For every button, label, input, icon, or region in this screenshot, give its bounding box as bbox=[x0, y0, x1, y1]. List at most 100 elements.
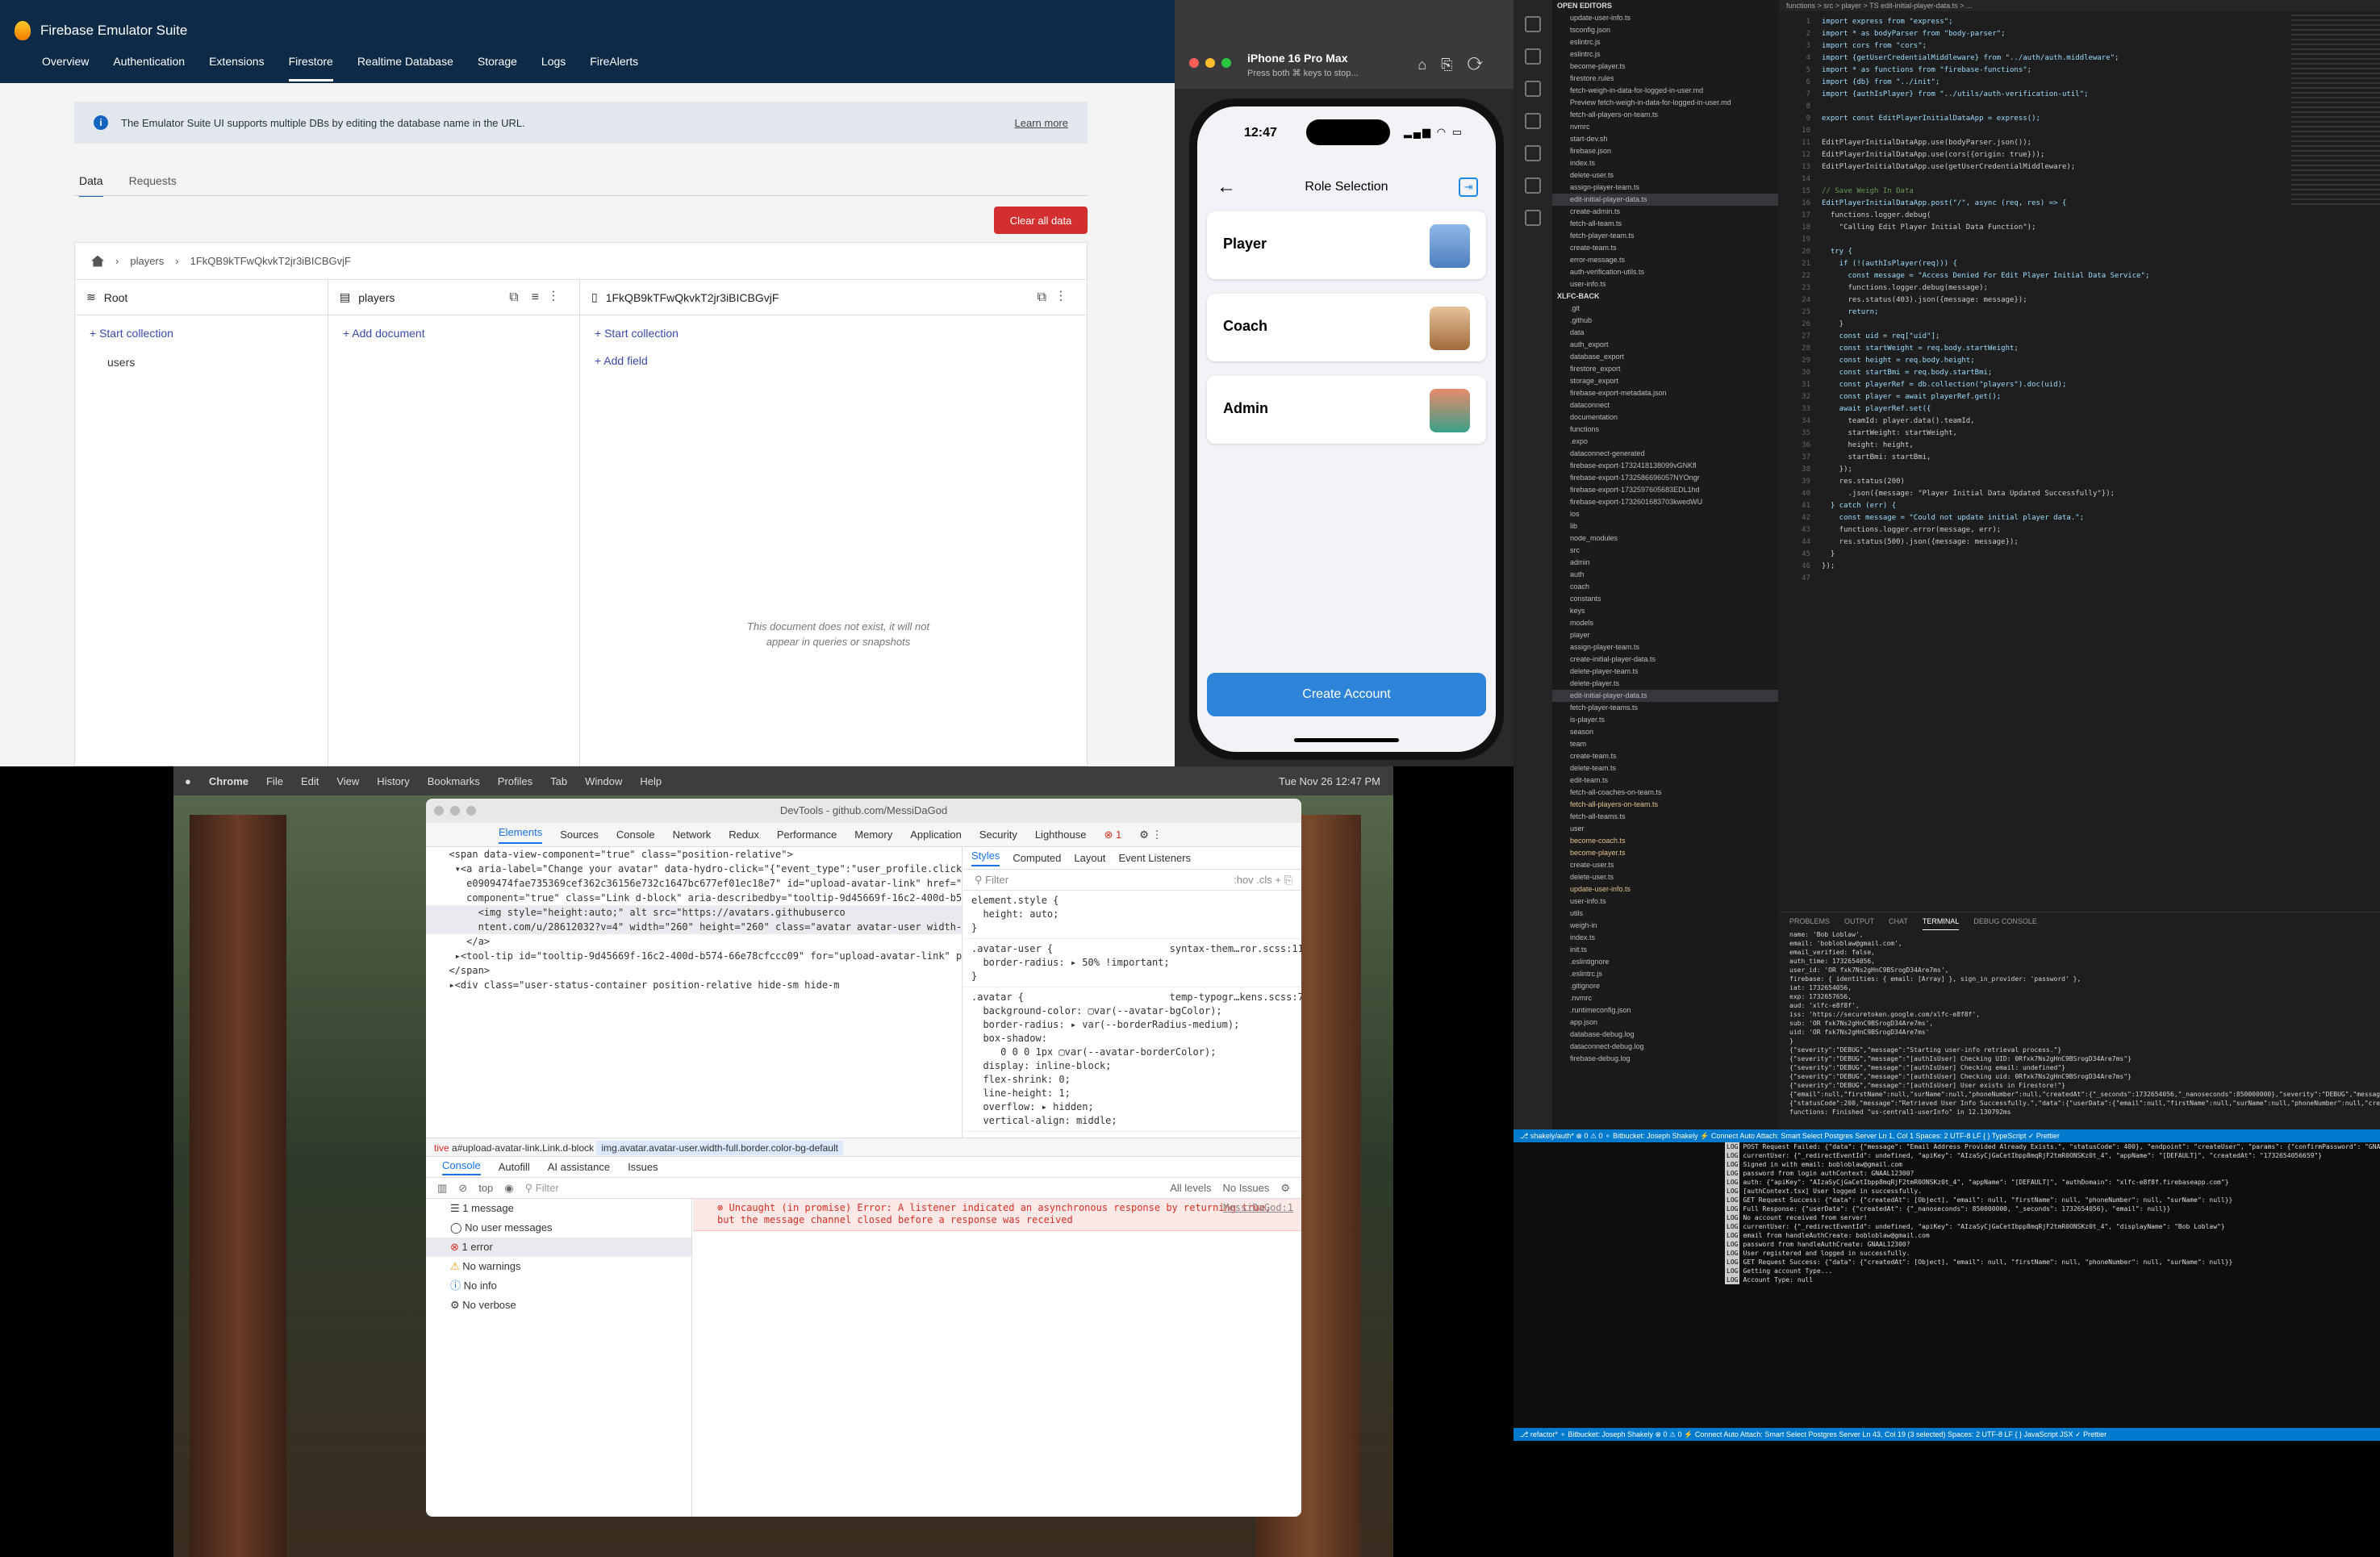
error-badge[interactable]: ⊗ 1 bbox=[1104, 829, 1121, 841]
code-line[interactable]: 29 const height = req.body.height; bbox=[1780, 355, 2380, 367]
file-tree-item[interactable]: node_modules bbox=[1552, 532, 1778, 545]
tab-autofill[interactable]: Autofill bbox=[499, 1161, 530, 1173]
file-tree-item[interactable]: delete-user.ts bbox=[1552, 871, 1778, 883]
file-tree-item[interactable]: keys bbox=[1552, 605, 1778, 617]
search-icon[interactable] bbox=[1525, 48, 1541, 65]
file-tree-item[interactable]: src bbox=[1552, 545, 1778, 557]
code-line[interactable]: 45 } bbox=[1780, 549, 2380, 561]
code-line[interactable]: 42 const message = "Could not update ini… bbox=[1780, 512, 2380, 524]
tab-storage[interactable]: Storage bbox=[478, 55, 517, 81]
open-editor-item[interactable]: user-info.ts bbox=[1552, 278, 1778, 290]
tab-network[interactable]: Network bbox=[673, 829, 712, 841]
status-bar[interactable]: ⎇ shakely/auth* ⊗ 0 ⚠ 0 ⚬ Bitbucket: Jos… bbox=[1514, 1129, 2380, 1142]
menu-tab[interactable]: Tab bbox=[550, 775, 567, 787]
tab-requests[interactable]: Requests bbox=[129, 174, 177, 197]
file-tree-item[interactable]: edit-initial-player-data.ts bbox=[1552, 690, 1778, 702]
file-tree-item[interactable]: admin bbox=[1552, 557, 1778, 569]
tab-ai-assistance[interactable]: AI assistance bbox=[548, 1161, 610, 1173]
menu-window[interactable]: Window bbox=[585, 775, 622, 787]
file-tree-item[interactable]: create-team.ts bbox=[1552, 750, 1778, 762]
tab-issues[interactable]: Issues bbox=[628, 1161, 658, 1173]
tab-data[interactable]: Data bbox=[79, 174, 103, 197]
menu-history[interactable]: History bbox=[377, 775, 409, 787]
tab-logs[interactable]: Logs bbox=[541, 55, 566, 81]
file-tree-item[interactable]: fetch-all-players-on-team.ts bbox=[1552, 799, 1778, 811]
tab-redux[interactable]: Redux bbox=[729, 829, 759, 841]
dom-node-line[interactable]: </a> bbox=[426, 934, 962, 949]
file-tree-item[interactable]: fetch-player-teams.ts bbox=[1552, 702, 1778, 714]
dom-node-line[interactable]: </span> bbox=[426, 963, 962, 978]
clear-all-data-button[interactable]: Clear all data bbox=[994, 207, 1088, 234]
code-line[interactable]: 10 bbox=[1780, 125, 2380, 137]
file-tree-item[interactable]: database_export bbox=[1552, 351, 1778, 363]
filter-messages[interactable]: ☰ 1 message bbox=[426, 1199, 691, 1218]
tab-computed[interactable]: Computed bbox=[1013, 852, 1061, 864]
open-editor-item[interactable]: eslintrc.js bbox=[1552, 36, 1778, 48]
file-tree-item[interactable]: is-player.ts bbox=[1552, 714, 1778, 726]
create-account-button[interactable]: Create Account bbox=[1207, 673, 1486, 716]
code-line[interactable]: 33 await playerRef.set({ bbox=[1780, 403, 2380, 415]
file-tree-item[interactable]: coach bbox=[1552, 581, 1778, 593]
file-tree-item[interactable]: firestore_export bbox=[1552, 363, 1778, 375]
file-tree-item[interactable]: index.ts bbox=[1552, 932, 1778, 944]
code-line[interactable]: 22 const message = "Access Denied For Ed… bbox=[1780, 270, 2380, 282]
code-line[interactable]: 19 bbox=[1780, 234, 2380, 246]
file-tree-item[interactable]: init.ts bbox=[1552, 944, 1778, 956]
filter-warnings[interactable]: ⚠ No warnings bbox=[426, 1257, 691, 1276]
open-editor-item[interactable]: create-team.ts bbox=[1552, 242, 1778, 254]
code-line[interactable]: 46}); bbox=[1780, 561, 2380, 573]
console-error-message[interactable]: ⊗ Uncaught (in promise) Error: A listene… bbox=[693, 1199, 1301, 1231]
file-tree-item[interactable]: delete-player-team.ts bbox=[1552, 666, 1778, 678]
tab-output[interactable]: OUTPUT bbox=[1844, 912, 1874, 930]
open-editors-header[interactable]: OPEN EDITORS bbox=[1552, 0, 1778, 12]
open-editor-item[interactable]: create-admin.ts bbox=[1552, 206, 1778, 218]
file-tree-item[interactable]: firebase-export-1732418138099vGNKfl bbox=[1552, 460, 1778, 472]
open-editor-item[interactable]: fetch-player-team.ts bbox=[1552, 230, 1778, 242]
file-tree-item[interactable]: team bbox=[1552, 738, 1778, 750]
file-tree-item[interactable]: app.json bbox=[1552, 1016, 1778, 1029]
tab-console-drawer[interactable]: Console bbox=[442, 1159, 481, 1175]
open-editor-item[interactable]: fetch-all-players-on-team.ts bbox=[1552, 109, 1778, 121]
minimap[interactable] bbox=[2291, 11, 2380, 205]
code-line[interactable]: 9 export const EditPlayerInitialDataApp =… bbox=[1780, 113, 2380, 125]
file-tree-item[interactable]: .expo bbox=[1552, 436, 1778, 448]
error-source-link[interactable]: MessiDaGod:1 bbox=[1223, 1202, 1293, 1214]
filter-info[interactable]: ⓘ No info bbox=[426, 1276, 691, 1296]
open-editor-item[interactable]: eslintrc.js bbox=[1552, 48, 1778, 61]
file-tree-item[interactable]: database-debug.log bbox=[1552, 1029, 1778, 1041]
tab-console[interactable]: Console bbox=[616, 829, 655, 841]
style-rule[interactable]: .avatar-user { syntax-them…ror.scss:11 b… bbox=[963, 939, 1301, 987]
sidebar-toggle-icon[interactable]: ▥ bbox=[437, 1182, 447, 1195]
home-icon[interactable] bbox=[91, 255, 104, 267]
breadcrumb-document[interactable]: 1FkQB9kTFwQkvkT2jr3iBICBGvjF bbox=[190, 255, 351, 267]
file-tree-item[interactable]: dataconnect-debug.log bbox=[1552, 1041, 1778, 1053]
open-editor-item[interactable]: fetch-all-team.ts bbox=[1552, 218, 1778, 230]
open-editor-item[interactable]: edit-initial-player-data.ts bbox=[1552, 194, 1778, 206]
add-document-link[interactable]: + Add document bbox=[328, 315, 579, 351]
dom-node-line[interactable]: ▸<tool-tip id="tooltip-9d45669f-16c2-400… bbox=[426, 949, 962, 963]
file-tree-item[interactable]: delete-player.ts bbox=[1552, 678, 1778, 690]
code-line[interactable]: 21 if (!(authIsPlayer(req))) { bbox=[1780, 258, 2380, 270]
code-line[interactable]: 20 try { bbox=[1780, 246, 2380, 258]
file-tree-item[interactable]: data bbox=[1552, 327, 1778, 339]
console-settings-icon[interactable]: ⚙ bbox=[1280, 1182, 1290, 1195]
open-editor-item[interactable]: error-message.ts bbox=[1552, 254, 1778, 266]
code-line[interactable]: 27 const uid = req["uid"]; bbox=[1780, 331, 2380, 343]
style-rule[interactable]: element.style { height: auto; } bbox=[963, 891, 1301, 939]
code-line[interactable]: 34 teamId: player.data().teamId, bbox=[1780, 415, 2380, 428]
file-tree-item[interactable]: lib bbox=[1552, 520, 1778, 532]
tab-authentication[interactable]: Authentication bbox=[113, 55, 185, 81]
file-tree-item[interactable]: user-info.ts bbox=[1552, 895, 1778, 908]
file-tree-item[interactable]: .github bbox=[1552, 315, 1778, 327]
tab-problems[interactable]: PROBLEMS bbox=[1789, 912, 1830, 930]
code-line[interactable]: 32 const player = await playerRef.get(); bbox=[1780, 391, 2380, 403]
open-editor-item[interactable]: tsconfig.json bbox=[1552, 24, 1778, 36]
code-line[interactable]: 5 import * as functions from "firebase-fu… bbox=[1780, 65, 2380, 77]
filter-errors[interactable]: ⊗ 1 error bbox=[426, 1238, 691, 1257]
add-field-link[interactable]: + Add field bbox=[580, 351, 1087, 378]
file-tree-item[interactable]: update-user-info.ts bbox=[1552, 883, 1778, 895]
elements-tree[interactable]: <span data-view-component="true" class="… bbox=[426, 847, 962, 1137]
code-line[interactable]: 18 "Calling Edit Player Initial Data Fun… bbox=[1780, 222, 2380, 234]
collection-users[interactable]: users bbox=[75, 351, 328, 374]
file-tree-item[interactable]: firebase-export-1732601683703kwedWU bbox=[1552, 496, 1778, 508]
